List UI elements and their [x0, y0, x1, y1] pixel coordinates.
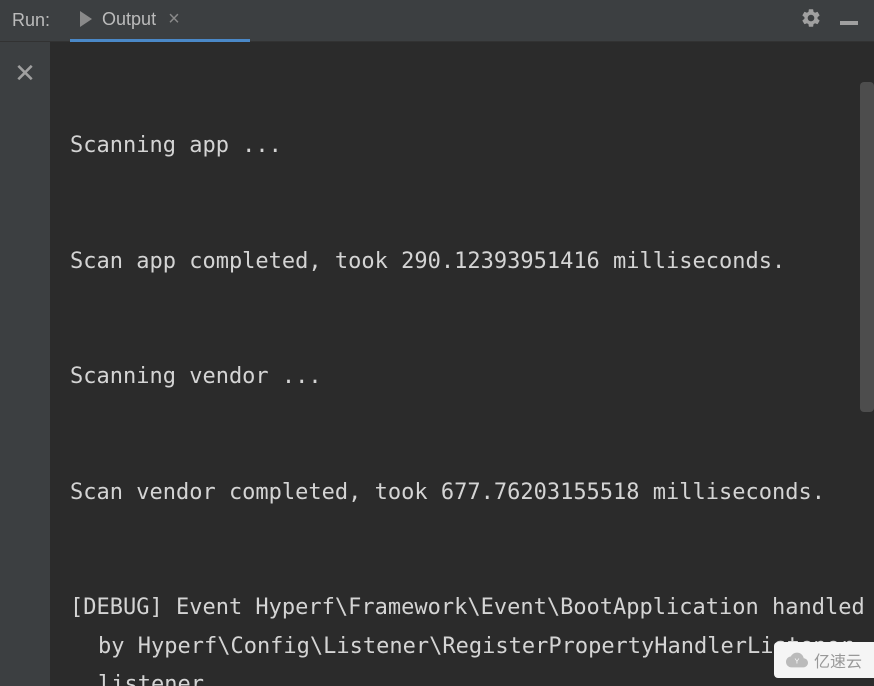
log-line: [DEBUG] Event Hyperf\Framework\Event\Boo… [70, 589, 874, 686]
log-line: Scan vendor completed, took 677.76203155… [70, 474, 874, 513]
close-tab-icon[interactable]: × [168, 8, 180, 31]
tool-gutter: ✕ [0, 42, 50, 686]
scrollbar-thumb[interactable] [860, 82, 874, 412]
console-output[interactable]: Scanning app ... Scan app completed, too… [50, 42, 874, 686]
watermark: Y 亿速云 [774, 642, 874, 678]
gear-icon[interactable] [800, 7, 822, 34]
svg-text:Y: Y [795, 657, 800, 666]
log-line: Scanning vendor ... [70, 358, 874, 397]
output-tab[interactable]: Output × [70, 0, 250, 42]
watermark-text: 亿速云 [814, 648, 862, 672]
log-line: Scan app completed, took 290.12393951416… [70, 243, 874, 282]
log-line: Scanning app ... [70, 127, 874, 166]
body-area: ✕ Scanning app ... Scan app completed, t… [0, 42, 874, 686]
close-icon[interactable]: ✕ [14, 60, 36, 86]
tab-label: Output [102, 9, 156, 30]
minimize-icon[interactable] [840, 21, 858, 25]
run-tool-header: Run: Output × [0, 0, 874, 42]
header-actions [800, 7, 866, 34]
run-label: Run: [8, 10, 50, 31]
play-icon [80, 11, 92, 27]
cloud-icon: Y [786, 649, 808, 671]
